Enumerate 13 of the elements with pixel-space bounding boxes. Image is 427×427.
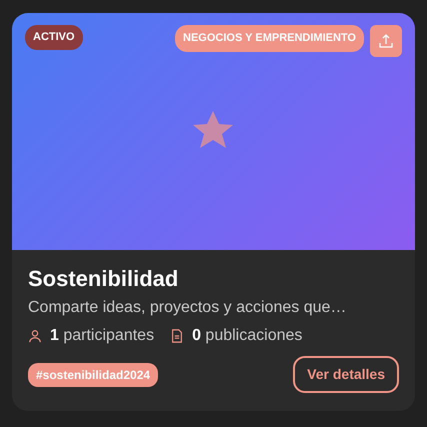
stat-text: 0 publicaciones: [192, 326, 302, 346]
share-button[interactable]: [370, 25, 402, 57]
description: Comparte ideas, proyectos y acciones que…: [28, 298, 348, 318]
document-icon: [170, 329, 184, 344]
card-title: Sostenibilidad: [28, 266, 180, 292]
details-button[interactable]: Ver detalles: [293, 356, 399, 394]
upload-icon: [378, 33, 394, 49]
stat-text: 1 participantes: [50, 326, 154, 346]
person-icon: [28, 329, 42, 344]
status-badge: ACTIVO: [25, 25, 83, 50]
star-icon: [193, 111, 233, 148]
category-badge: NEGOCIOS Y EMPRENDIMIENTO: [175, 25, 364, 52]
hashtag: #sostenibilidad2024: [28, 362, 158, 387]
